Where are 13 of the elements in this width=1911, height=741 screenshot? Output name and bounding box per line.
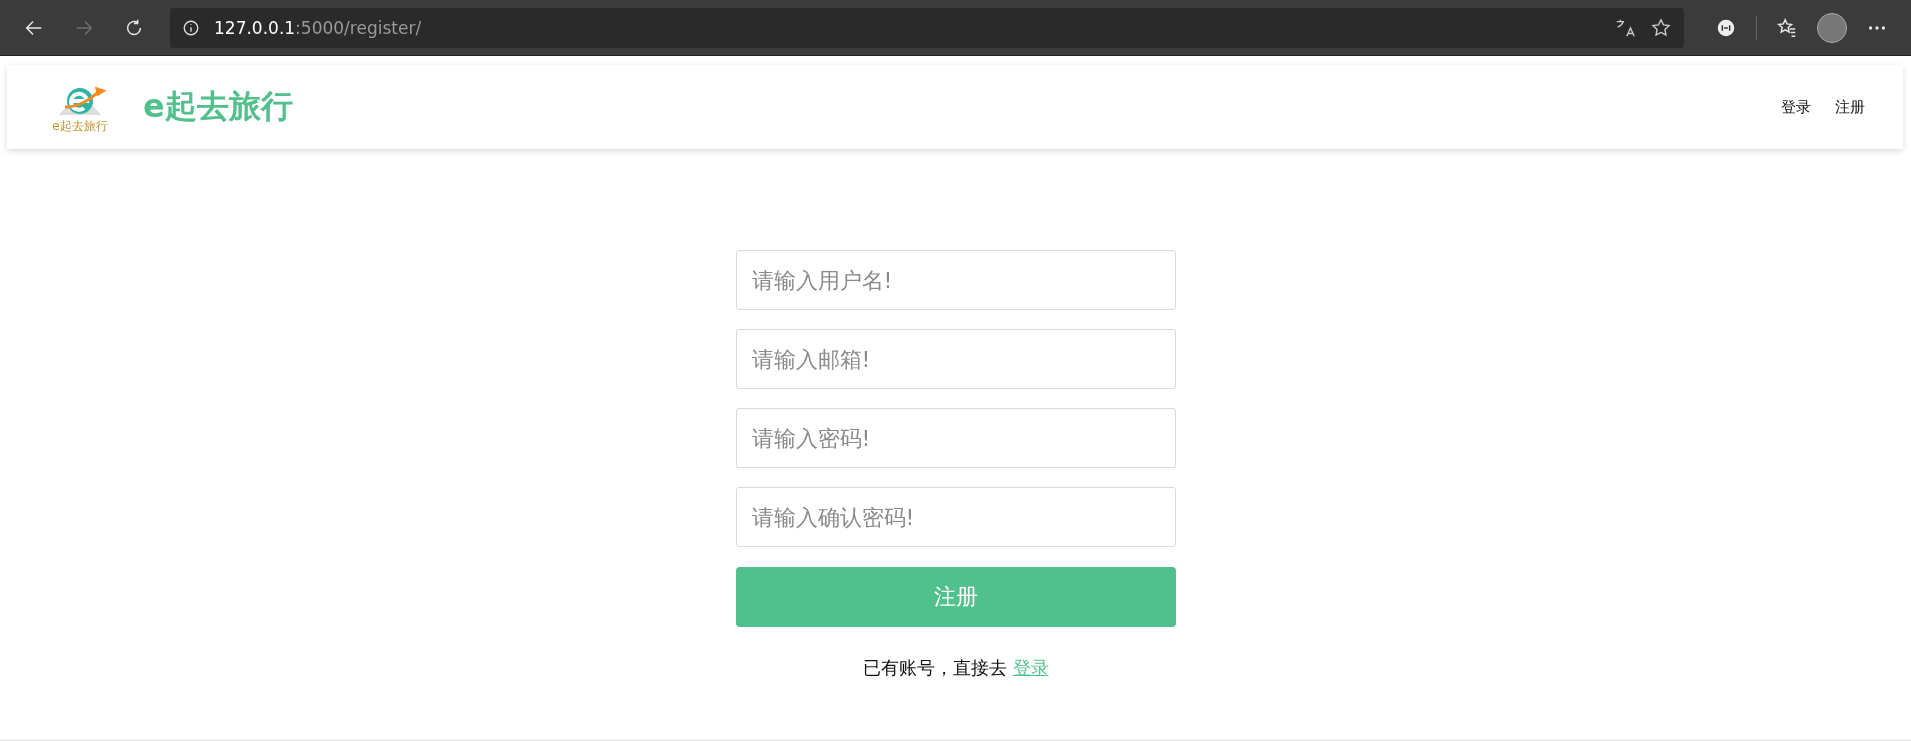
url-text: 127.0.0.1:5000/register/ xyxy=(214,17,423,38)
info-icon xyxy=(182,18,200,37)
login-prompt: 已有账号，直接去 xyxy=(862,656,1007,680)
nav-link[interactable]: 登录 xyxy=(1781,97,1811,117)
brand-title: e起去旅行 xyxy=(143,86,294,127)
input-field[interactable]: 请输入用户名! xyxy=(735,250,1176,310)
star-icon[interactable] xyxy=(1650,16,1672,39)
input-field[interactable]: 请输入密码! xyxy=(735,408,1176,468)
profile-avatar[interactable] xyxy=(1817,12,1847,43)
input-field[interactable]: 请输入确认密码! xyxy=(735,487,1176,547)
input-field[interactable]: 请输入邮箱! xyxy=(735,329,1176,389)
address-bar[interactable]: 127.0.0.1:5000/register/ xyxy=(170,7,1684,48)
nav-link[interactable]: 注册 xyxy=(1835,97,1865,117)
